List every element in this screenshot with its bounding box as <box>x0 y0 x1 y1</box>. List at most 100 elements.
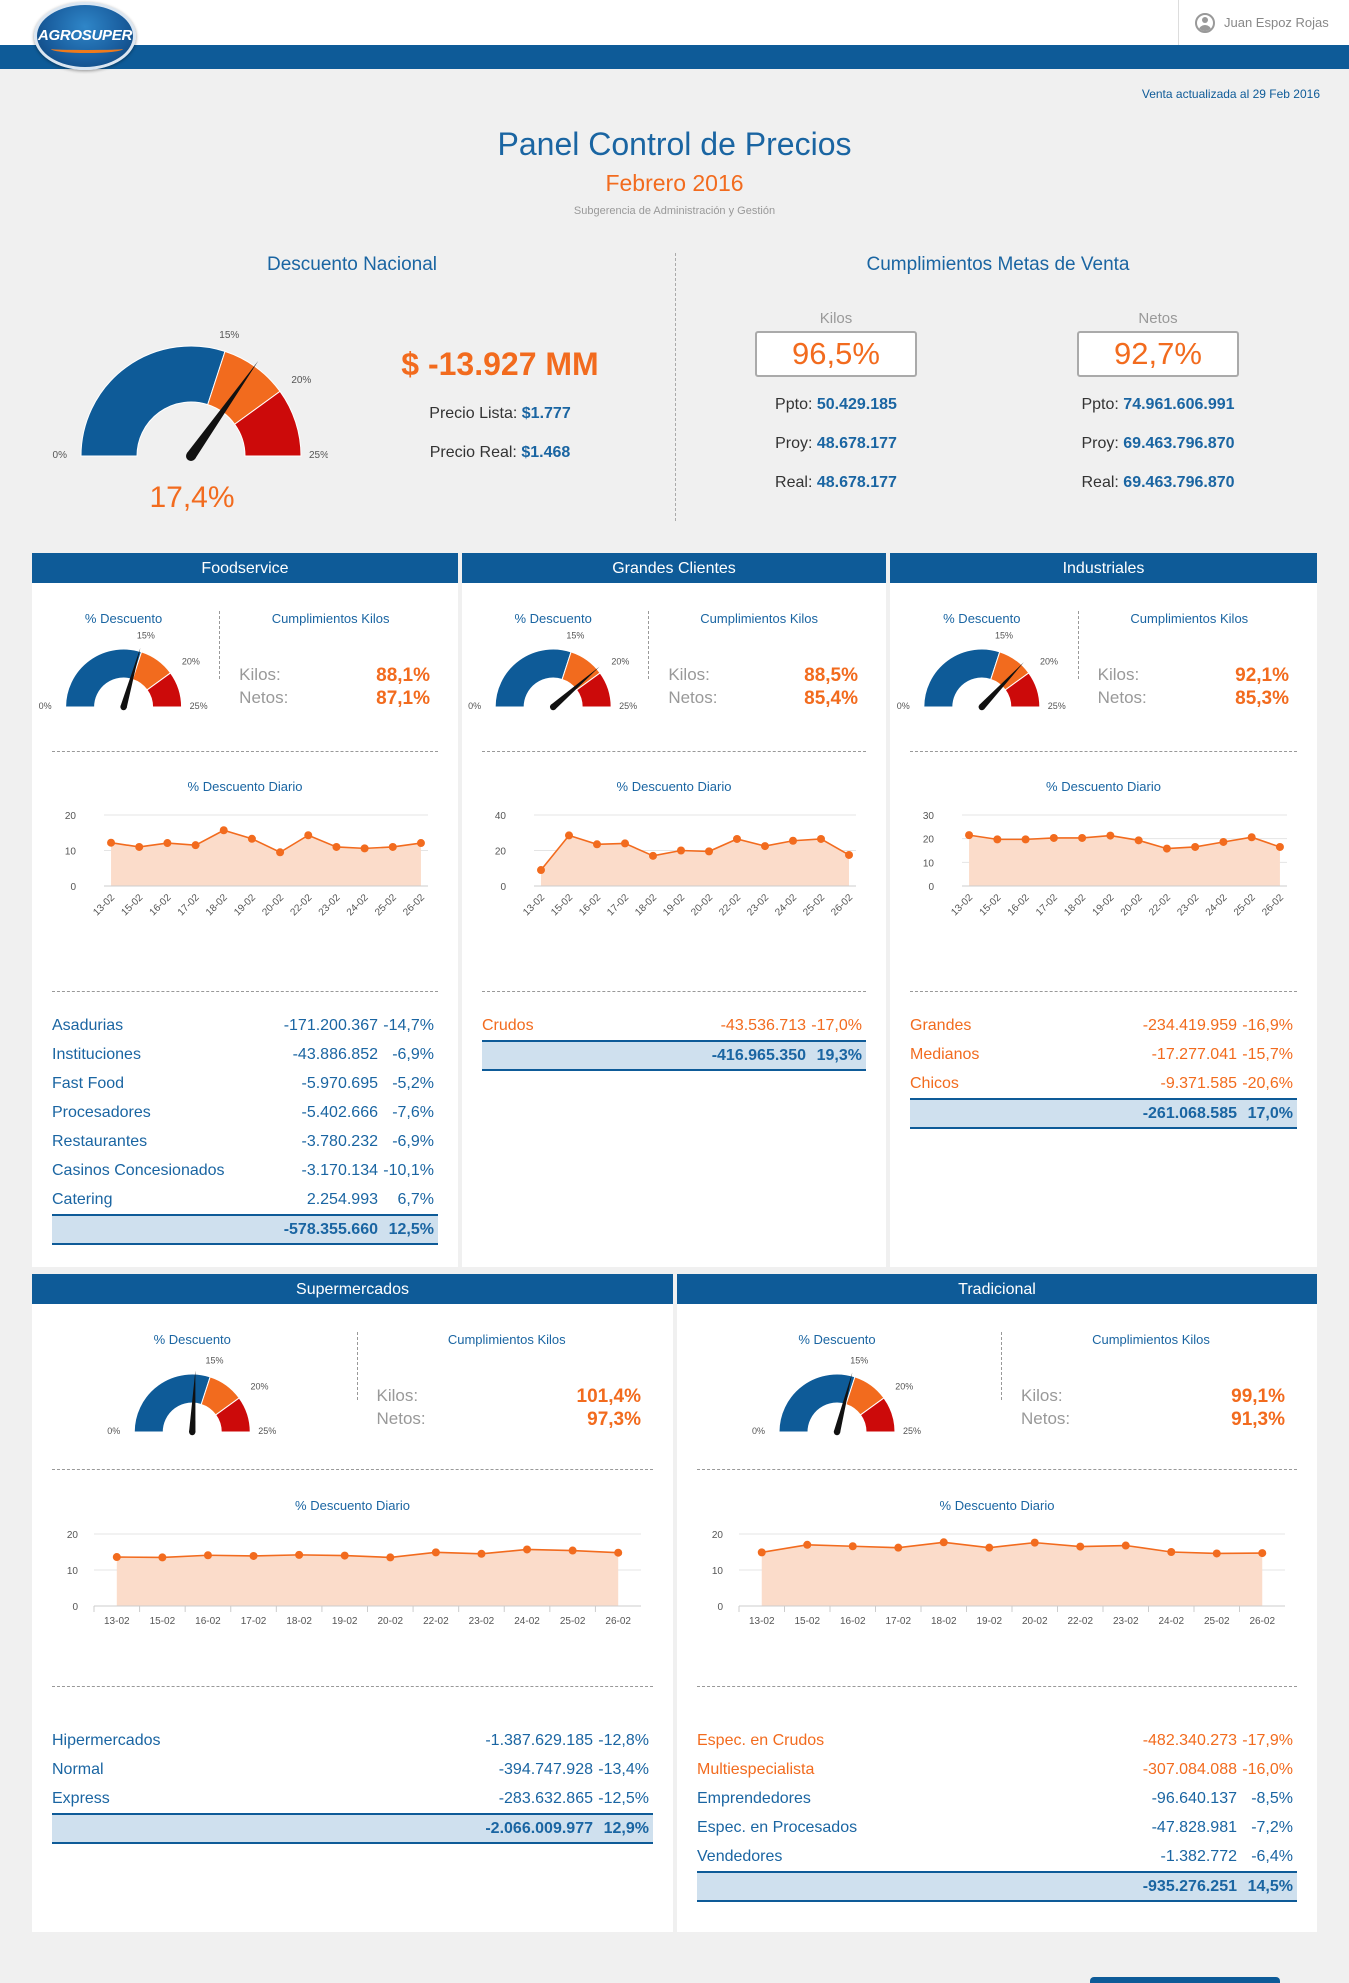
agrosuper-logo[interactable]: AGROSUPER <box>34 2 136 70</box>
user-menu[interactable]: Juan Espoz Rojas <box>1178 0 1349 45</box>
table-cell: -16,9% <box>1242 1016 1293 1034</box>
table-cell: -7,6% <box>392 1103 434 1121</box>
chart-x-tick: 22-02 <box>289 892 315 918</box>
chart-x-tick: 15-02 <box>978 892 1004 918</box>
panel-divider <box>910 751 1297 752</box>
table-cell: Instituciones <box>52 1045 141 1063</box>
table-row[interactable]: Espec. en Procesados -47.828.981 -7,2% <box>697 1813 1297 1842</box>
chart-x-tick: 25-02 <box>1204 1616 1230 1627</box>
table-row[interactable]: Casinos Concesionados -3.170.134 -10,1% <box>52 1156 438 1185</box>
table-cell: -5,2% <box>392 1074 434 1092</box>
chart-y-tick: 10 <box>67 1566 79 1577</box>
table-row[interactable]: Procesadores -5.402.666 -7,6% <box>52 1098 438 1127</box>
table-row[interactable]: Fast Food -5.970.695 -5,2% <box>52 1069 438 1098</box>
discount-title: % Descuento <box>798 1332 876 1347</box>
chart-x-tick: 20-02 <box>689 892 715 918</box>
table-cell: Multiespecialista <box>697 1760 815 1778</box>
chart-point <box>1167 1548 1176 1556</box>
gauge-tick-label: 25% <box>1048 701 1066 711</box>
chart-x-tick: 23-02 <box>317 892 343 918</box>
chart-point <box>614 1548 623 1557</box>
breakdown-table: Grandes -234.419.959 -16,9% Medianos -17.277… <box>910 1011 1297 1129</box>
table-cell: Chicos <box>910 1074 959 1092</box>
gauge-tick-label: 0% <box>897 701 910 711</box>
table-cell: Catering <box>52 1190 113 1208</box>
table-cell: -17,9% <box>1242 1731 1293 1749</box>
chart-point <box>1191 842 1200 851</box>
chart-area <box>969 835 1280 886</box>
national-amount: $ -13.927 MM <box>401 346 599 382</box>
table-cell: -234.419.959 <box>1142 1016 1237 1034</box>
table-cell: Vendedores <box>697 1847 783 1865</box>
table-row[interactable]: Instituciones -43.886.852 -6,9% <box>52 1040 438 1069</box>
table-cell: -5.970.695 <box>301 1074 378 1092</box>
panel-header[interactable]: Industriales <box>890 553 1317 585</box>
chart-point <box>848 1542 857 1551</box>
national-title: Descuento Nacional <box>266 254 438 275</box>
table-cell: 6,7% <box>397 1190 434 1208</box>
panel-vdivider <box>1077 611 1079 679</box>
table-row[interactable]: Medianos -17.277.041 -15,7% <box>910 1040 1297 1069</box>
table-row[interactable]: Asadurias -171.200.367 -14,7% <box>52 1011 438 1040</box>
chart-x-tick: 23-02 <box>1175 892 1201 918</box>
table-row[interactable]: Express -283.632.865 -12,5% <box>52 1784 653 1813</box>
chart-x-tick: 16-02 <box>195 1616 221 1627</box>
chart-point <box>757 1548 766 1557</box>
table-row[interactable]: Crudos -43.536.713 -17,0% <box>482 1011 866 1040</box>
table-row[interactable]: Normal -394.747.928 -13,4% <box>52 1755 653 1784</box>
kilos-label: Kilos: <box>668 665 710 684</box>
chart-y-tick: 10 <box>65 847 77 858</box>
gauge-tick-label: 0% <box>107 1426 120 1436</box>
table-cell: -283.632.865 <box>498 1789 593 1807</box>
table-row[interactable]: Emprendedores -96.640.137 -8,5% <box>697 1784 1297 1813</box>
table-row[interactable]: Multiespecialista -307.084.088 -16,0% <box>697 1755 1297 1784</box>
chart-x-tick: 26-02 <box>1249 1616 1275 1627</box>
chart-point <box>565 831 573 840</box>
chart-x-tick: 26-02 <box>605 1616 631 1627</box>
table-total-row: -578.355.660 12,5% <box>52 1214 438 1245</box>
table-cell: -43.886.852 <box>292 1045 378 1063</box>
chart-x-tick: 19-02 <box>1091 892 1117 918</box>
panel-header[interactable]: Supermercados <box>32 1274 673 1306</box>
breakdown-table: Espec. en Crudos -482.340.273 -17,9% Multie… <box>697 1726 1297 1902</box>
table-row[interactable]: Espec. en Crudos -482.340.273 -17,9% <box>697 1726 1297 1755</box>
chart-x-tick: 13-02 <box>949 892 975 918</box>
kilos-proy: Proy: 48.678.177 <box>775 435 897 452</box>
chart-y-tick: 20 <box>65 811 77 822</box>
netos-label: Netos: <box>1097 688 1147 707</box>
table-row[interactable]: Grandes -234.419.959 -16,9% <box>910 1011 1297 1040</box>
chart-x-tick: 15-02 <box>549 892 575 918</box>
chart-y-tick: 30 <box>923 811 935 822</box>
chart-x-tick: 15-02 <box>150 1616 176 1627</box>
panel-header[interactable]: Tradicional <box>677 1274 1317 1306</box>
table-cell: -14,7% <box>383 1016 434 1034</box>
panel-header[interactable]: Grandes Clientes <box>462 553 886 585</box>
table-cell: -1.382.772 <box>1160 1847 1237 1865</box>
table-total-cell: -416.965.350 <box>711 1046 806 1064</box>
table-row[interactable]: Chicos -9.371.585 -20,6% <box>910 1069 1297 1098</box>
discount-title: % Descuento <box>514 611 592 626</box>
discount-title: % Descuento <box>84 611 163 626</box>
netos-proy: Proy: 69.463.796.870 <box>1081 435 1235 452</box>
chart-title: % Descuento Diario <box>295 1498 410 1513</box>
table-row[interactable]: Restaurantes -3.780.232 -6,9% <box>52 1127 438 1156</box>
chart-x-tick: 25-02 <box>373 892 399 918</box>
table-cell: -43.536.713 <box>720 1016 806 1034</box>
table-row[interactable]: Hipermercados -1.387.629.185 -12,8% <box>52 1726 653 1755</box>
chart-point <box>135 842 144 851</box>
chart-area <box>541 835 849 886</box>
panel-header[interactable]: Foodservice <box>32 553 458 585</box>
bottom-button[interactable] <box>1090 1977 1280 1983</box>
breakdown-table: Hipermercados -1.387.629.185 -12,8% Normal -… <box>52 1726 653 1844</box>
table-cell: -10,1% <box>383 1161 434 1179</box>
table-cell: -8,5% <box>1251 1789 1293 1807</box>
gauge-needle-hub <box>186 451 196 461</box>
chart-point <box>360 844 369 853</box>
panel-vdivider <box>219 611 221 679</box>
table-row[interactable]: Catering 2.254.993 6,7% <box>52 1185 438 1214</box>
table-cell: Espec. en Procesados <box>697 1818 858 1836</box>
table-row[interactable]: Vendedores -1.382.772 -6,4% <box>697 1842 1297 1871</box>
chart-x-tick: 13-02 <box>104 1616 130 1627</box>
chart-y-tick: 20 <box>495 847 507 858</box>
table-total-cell: -935.276.251 <box>1142 1877 1237 1895</box>
